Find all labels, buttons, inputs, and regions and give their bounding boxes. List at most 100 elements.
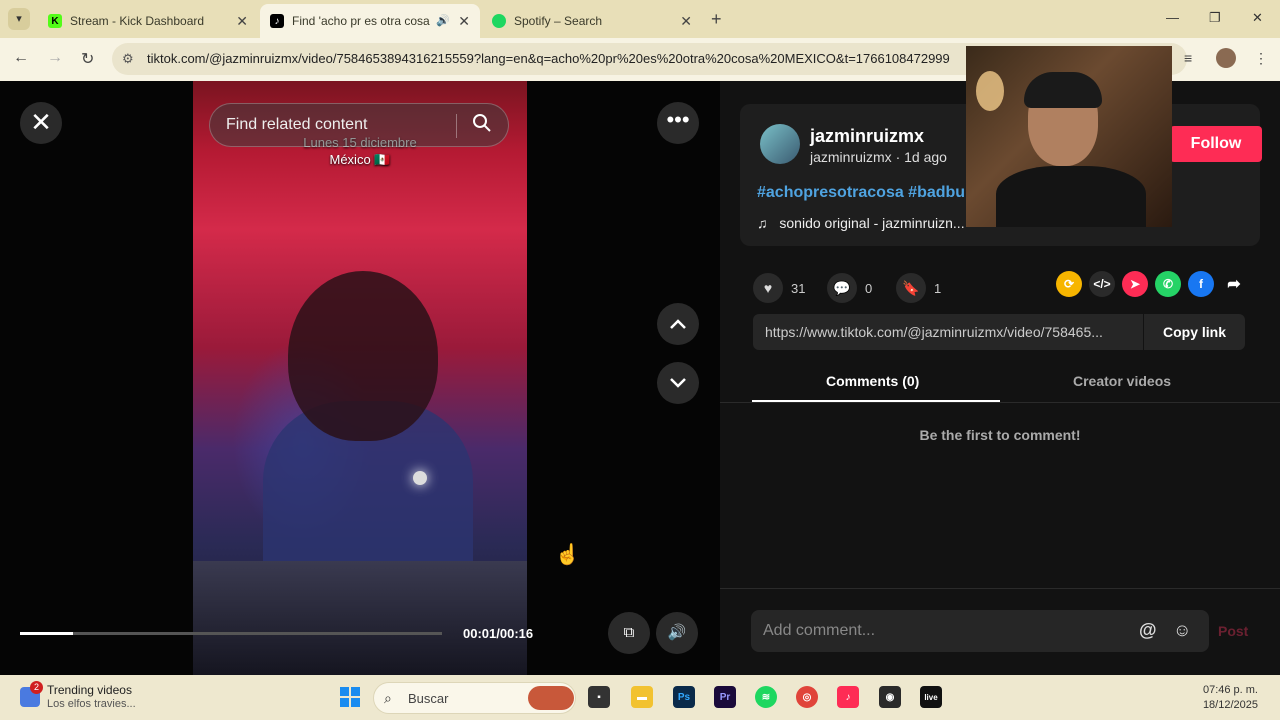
video-frame-lamp	[413, 471, 427, 485]
send-icon[interactable]: ➤	[1122, 271, 1148, 297]
obs-icon[interactable]: ◉	[879, 686, 901, 708]
repost-icon[interactable]: ⟳	[1056, 271, 1082, 297]
taskbar-search-placeholder: Buscar	[408, 691, 449, 706]
taskbar-search[interactable]: ⌕ Buscar	[373, 682, 576, 714]
search-icon[interactable]	[472, 113, 492, 133]
tab-creator-videos[interactable]: Creator videos	[1073, 373, 1171, 389]
tab-tiktok[interactable]: ♪ Find 'acho pr es otra cosa M 🔊 ✕	[260, 4, 480, 38]
url-text: tiktok.com/@jazminruizmx/video/758465389…	[147, 51, 950, 66]
tab-bar: ▾ K Stream - Kick Dashboard ✕ ♪ Find 'ac…	[0, 0, 1280, 38]
tiktok-icon: ♪	[270, 14, 284, 28]
task-view-icon[interactable]: ▪	[588, 686, 610, 708]
search-placeholder: Find related content	[226, 116, 368, 133]
chrome-icon[interactable]: ◎	[796, 686, 818, 708]
widget-subtitle: Los elfos travies...	[47, 698, 136, 710]
video-progress-bar[interactable]	[20, 632, 442, 635]
post-button[interactable]: Post	[1218, 623, 1248, 639]
webcam-lamp	[976, 71, 1004, 111]
comment-stat[interactable]: 💬 0	[827, 273, 872, 303]
photoshop-icon[interactable]: Ps	[673, 686, 695, 708]
video-caption-line2: México 🇲🇽	[329, 152, 391, 167]
volume-icon[interactable]: 🔊	[656, 612, 698, 654]
webcam-cap	[1024, 72, 1102, 108]
like-count: 31	[791, 280, 806, 296]
whatsapp-icon[interactable]: ✆	[1155, 271, 1181, 297]
search-icon: ⌕	[384, 690, 392, 706]
notification-badge: 2	[30, 681, 43, 694]
comment-count: 0	[865, 280, 873, 296]
back-icon[interactable]: ←	[13, 49, 29, 67]
embed-icon[interactable]: </>	[1089, 271, 1115, 297]
file-explorer-icon[interactable]: ▬	[631, 686, 653, 708]
reload-icon[interactable]: ↻	[81, 49, 94, 69]
music-note-icon: ♫	[757, 215, 768, 231]
heart-icon[interactable]: ♥	[753, 273, 783, 303]
tab-search-button[interactable]: ▾	[8, 8, 30, 30]
share-arrow-icon[interactable]: ➦	[1221, 271, 1247, 297]
new-tab-button[interactable]: +	[711, 9, 722, 30]
profile-avatar[interactable]	[1216, 48, 1236, 68]
tab-kick[interactable]: K Stream - Kick Dashboard ✕	[38, 4, 258, 38]
kick-icon: K	[48, 14, 62, 28]
emoji-icon[interactable]: ☺	[1173, 620, 1191, 641]
webcam-overlay	[966, 46, 1172, 227]
chevron-down-icon[interactable]	[657, 362, 699, 404]
tab-comments[interactable]: Comments (0)	[826, 373, 919, 389]
mention-icon[interactable]: @	[1139, 620, 1157, 641]
hand-cursor-icon: ☝	[555, 544, 580, 566]
system-clock[interactable]: 07:46 p. m. 18/12/2025	[1203, 683, 1258, 713]
bookmark-icon[interactable]: 🔖	[896, 273, 926, 303]
tabs-divider	[720, 402, 1280, 403]
close-tab-icon[interactable]: ✕	[680, 13, 692, 30]
close-tab-icon[interactable]: ✕	[236, 13, 248, 30]
close-tab-icon[interactable]: ✕	[458, 13, 470, 30]
search-highlight-image	[528, 686, 574, 710]
video-progress-fill	[20, 632, 73, 635]
speaker-icon[interactable]: 🔊	[436, 14, 450, 27]
more-options-icon[interactable]: •••	[657, 102, 699, 144]
comment-input[interactable]: Add comment... @ ☺	[751, 610, 1209, 652]
related-search-input[interactable]: Find related content	[209, 103, 509, 147]
menu-icon[interactable]: ⋮	[1254, 50, 1268, 67]
spotify-icon[interactable]: ≋	[755, 686, 777, 708]
copy-link-button[interactable]: Copy link	[1143, 314, 1245, 350]
floating-player-icon[interactable]: ⧉	[608, 612, 650, 654]
avatar[interactable]	[760, 124, 800, 164]
comment-placeholder: Add comment...	[763, 622, 876, 639]
video-frame-stage	[193, 561, 527, 675]
tiktok-app-icon[interactable]: ♪	[837, 686, 859, 708]
tab-spotify[interactable]: Spotify – Search ✕	[482, 4, 702, 38]
site-info-icon[interactable]: ⚙	[122, 51, 134, 67]
widget-title: Trending videos	[47, 683, 132, 697]
comment-divider	[720, 588, 1280, 589]
video-player[interactable]: Lunes 15 diciembre México 🇲🇽	[193, 81, 527, 675]
follow-button[interactable]: Follow	[1170, 126, 1262, 162]
save-stat[interactable]: 🔖 1	[896, 273, 941, 303]
like-stat[interactable]: ♥ 31	[753, 273, 805, 303]
hashtags[interactable]: #achopresotracosa #badbu	[757, 184, 965, 202]
clock-time: 07:46 p. m.	[1202, 684, 1258, 696]
close-icon[interactable]: ✕	[20, 102, 62, 144]
tab-title: Spotify – Search	[514, 14, 603, 28]
minimize-button[interactable]: —	[1166, 10, 1179, 25]
live-studio-icon[interactable]: live	[920, 686, 942, 708]
share-link[interactable]: https://www.tiktok.com/@jazminruizmx/vid…	[765, 324, 1137, 340]
video-frame-head	[288, 271, 438, 441]
windows-start-icon[interactable]	[340, 687, 360, 707]
author-subline: jazminruizmx · 1d ago	[810, 149, 947, 165]
chevron-up-icon[interactable]	[657, 303, 699, 345]
tab-title: Stream - Kick Dashboard	[70, 14, 205, 28]
restore-button[interactable]: ❐	[1209, 10, 1221, 26]
sound-label: sonido original - jazminruizn...	[779, 215, 965, 231]
video-time: 00:01/00:16	[463, 626, 534, 641]
premiere-icon[interactable]: Pr	[714, 686, 736, 708]
share-link-box: https://www.tiktok.com/@jazminruizmx/vid…	[753, 314, 1245, 350]
video-viewer: ✕ Lunes 15 diciembre México 🇲🇽 Find rela…	[0, 81, 720, 675]
username[interactable]: jazminruizmx	[810, 126, 924, 147]
sound-link[interactable]: ♫ sonido original - jazminruizn...	[757, 215, 965, 231]
close-window-button[interactable]: ✕	[1252, 10, 1263, 26]
media-control-icon[interactable]: ≡	[1184, 50, 1192, 66]
comment-icon[interactable]: 💬	[827, 273, 857, 303]
facebook-icon[interactable]: f	[1188, 271, 1214, 297]
forward-icon[interactable]: →	[47, 49, 63, 67]
